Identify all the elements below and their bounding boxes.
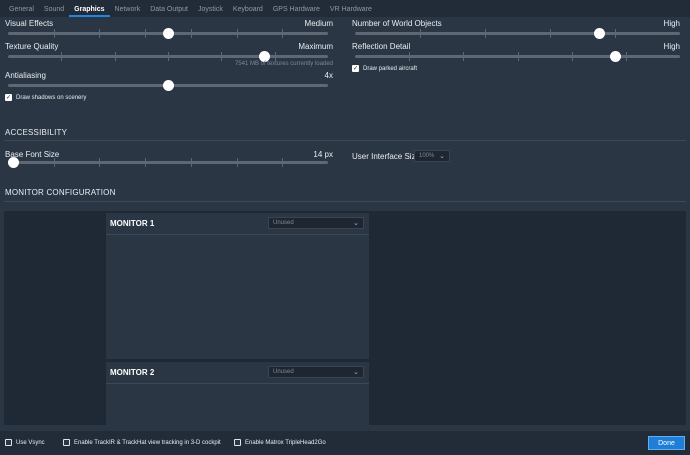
- slider-knob[interactable]: [163, 80, 174, 91]
- monitor-configuration-heading: MONITOR CONFIGURATION: [5, 188, 116, 197]
- slider-tick: [114, 52, 116, 61]
- checkbox-box: [63, 439, 70, 446]
- world-objects-value: High: [663, 19, 680, 28]
- slider-tick: [99, 158, 101, 167]
- reflection-detail-slider[interactable]: [355, 51, 680, 62]
- checkmark-icon: ✓: [352, 65, 359, 72]
- monitor-2-select[interactable]: Unused ⌄: [268, 366, 364, 378]
- slider-tick: [145, 29, 147, 38]
- slider-track: [8, 161, 328, 164]
- monitor-2-select-value: Unused: [273, 369, 294, 375]
- tab-joystick[interactable]: Joystick: [193, 6, 228, 17]
- monitor-1-title: MONITOR 1: [110, 219, 155, 228]
- draw-shadows-checkbox[interactable]: ✓ Draw shadows on scenery: [5, 94, 86, 101]
- slider-tick: [625, 52, 627, 61]
- antialiasing-value: 4x: [324, 71, 333, 80]
- slider-tick: [145, 158, 147, 167]
- slider-tick: [409, 52, 411, 61]
- monitor-1-select-value: Unused: [273, 220, 294, 226]
- texture-quality-label: Texture Quality: [5, 42, 59, 51]
- reflection-detail-label: Reflection Detail: [352, 42, 411, 51]
- slider-tick: [236, 29, 238, 38]
- slider-tick: [61, 52, 63, 61]
- section-divider: [4, 140, 686, 141]
- checkmark-icon: ✓: [5, 94, 12, 101]
- antialiasing-label: Antialiasing: [5, 71, 46, 80]
- use-vsync-checkbox[interactable]: Use Vsync: [5, 439, 45, 446]
- tab-keyboard[interactable]: Keyboard: [228, 6, 268, 17]
- tab-gps-hardware[interactable]: GPS Hardware: [268, 6, 325, 17]
- slider-tick: [571, 52, 573, 61]
- slider-tick: [485, 29, 486, 38]
- visual-effects-slider[interactable]: [8, 28, 328, 39]
- monitor-2-title: MONITOR 2: [110, 368, 155, 377]
- chevron-down-icon: ⌄: [353, 220, 359, 227]
- matrox-label: Enable Matrox TripleHead2Go: [245, 439, 326, 446]
- slider-tick: [517, 52, 519, 61]
- done-button[interactable]: Done: [648, 436, 685, 450]
- slider-tick: [274, 52, 276, 61]
- slider-knob[interactable]: [610, 51, 621, 62]
- chevron-down-icon: ⌄: [353, 369, 359, 376]
- checkbox-box: [5, 439, 12, 446]
- tab-vr-hardware[interactable]: VR Hardware: [325, 6, 377, 17]
- slider-tick: [282, 29, 284, 38]
- slider-tick: [282, 158, 284, 167]
- visual-effects-label: Visual Effects: [5, 19, 54, 28]
- visual-effects-value: Medium: [304, 19, 333, 28]
- trackir-checkbox[interactable]: Enable TrackIR & TrackHat view tracking …: [63, 439, 221, 446]
- slider-tick: [615, 29, 616, 38]
- ui-size-select[interactable]: 100% ⌄: [414, 150, 450, 162]
- tab-network[interactable]: Network: [110, 6, 146, 17]
- slider-tick: [190, 29, 192, 38]
- tab-general[interactable]: General: [4, 6, 39, 17]
- slider-tick: [221, 52, 223, 61]
- slider-knob[interactable]: [593, 28, 605, 39]
- monitor-2-card: MONITOR 2 Unused ⌄: [106, 362, 369, 425]
- world-objects-label: Number of World Objects: [352, 19, 442, 28]
- card-divider: [106, 234, 369, 235]
- draw-parked-aircraft-label: Draw parked aircraft: [363, 65, 418, 72]
- slider-knob[interactable]: [8, 157, 19, 168]
- antialiasing-slider[interactable]: [8, 80, 328, 91]
- checkbox-box: [234, 439, 241, 446]
- slider-tick: [463, 52, 465, 61]
- chevron-down-icon: ⌄: [439, 153, 445, 160]
- tab-data-output[interactable]: Data Output: [145, 6, 193, 17]
- slider-tick: [190, 158, 192, 167]
- trackir-label: Enable TrackIR & TrackHat view tracking …: [74, 439, 221, 446]
- slider-tick: [99, 29, 101, 38]
- draw-shadows-label: Draw shadows on scenery: [16, 94, 87, 101]
- use-vsync-label: Use Vsync: [16, 439, 45, 446]
- matrox-checkbox[interactable]: Enable Matrox TripleHead2Go: [234, 439, 326, 446]
- texture-quality-value: Maximum: [298, 42, 333, 51]
- accessibility-heading: ACCESSIBILITY: [5, 128, 68, 137]
- slider-tick: [420, 29, 421, 38]
- texture-quality-slider[interactable]: [8, 51, 328, 62]
- monitor-1-select[interactable]: Unused ⌄: [268, 217, 364, 229]
- reflection-detail-value: High: [663, 42, 680, 51]
- slider-knob[interactable]: [163, 28, 174, 39]
- slider-tick: [53, 158, 55, 167]
- ui-size-value: 100%: [419, 153, 435, 159]
- tab-graphics[interactable]: Graphics: [69, 6, 110, 17]
- texture-memory-note: 7541 MB of textures currently loaded: [234, 61, 333, 67]
- section-divider: [4, 201, 686, 202]
- base-font-size-slider[interactable]: [8, 157, 328, 168]
- slider-tick: [53, 29, 55, 38]
- slider-tick: [168, 52, 169, 61]
- world-objects-slider[interactable]: [355, 28, 680, 39]
- slider-track: [355, 32, 680, 35]
- slider-tick: [236, 158, 238, 167]
- slider-tick: [550, 29, 551, 38]
- monitor-1-card: MONITOR 1 Unused ⌄: [106, 213, 369, 359]
- tab-sound[interactable]: Sound: [39, 6, 69, 17]
- draw-parked-aircraft-checkbox[interactable]: ✓ Draw parked aircraft: [352, 65, 417, 72]
- tab-bar: General Sound Graphics Network Data Outp…: [0, 0, 690, 17]
- card-divider: [106, 383, 369, 384]
- ui-size-label: User Interface Size: [352, 152, 421, 161]
